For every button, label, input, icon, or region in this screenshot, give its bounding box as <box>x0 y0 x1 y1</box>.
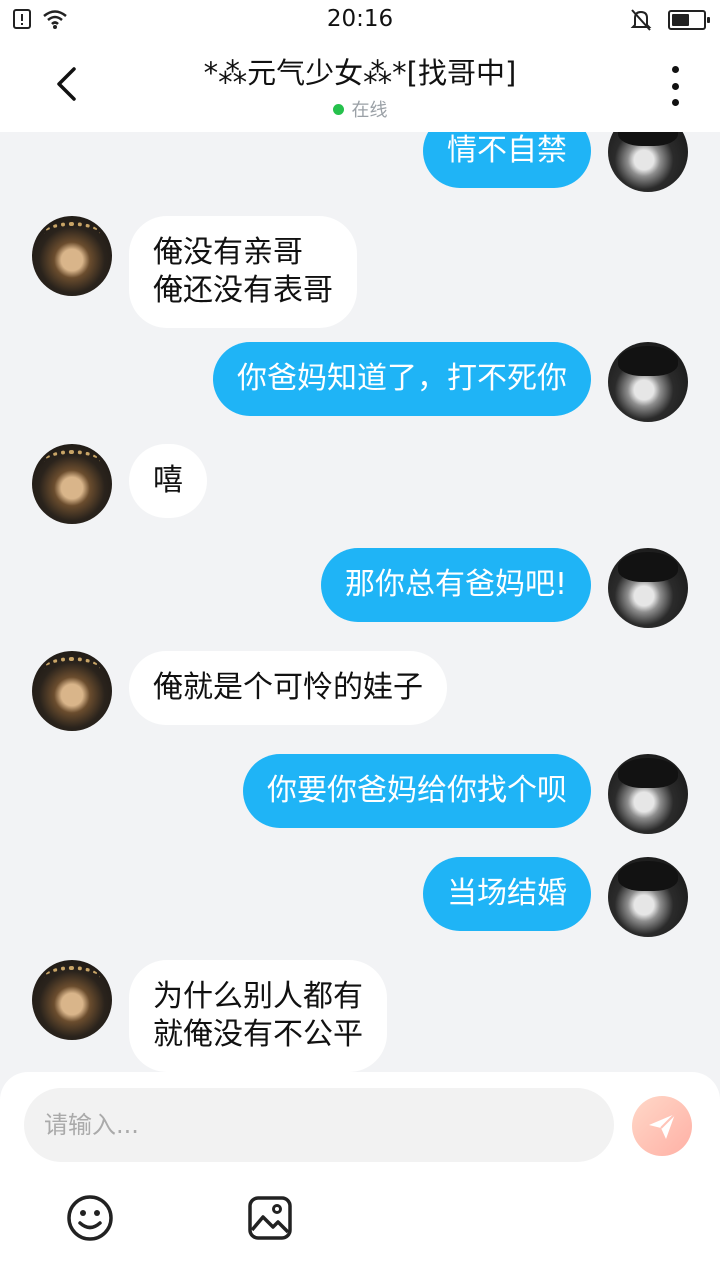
more-button[interactable] <box>660 66 690 106</box>
contact-avatar[interactable] <box>32 651 112 731</box>
more-icon <box>671 66 679 73</box>
message-text-line: 就俺没有不公平 <box>153 1017 363 1052</box>
send-icon <box>649 1113 676 1139</box>
contact-name: *⁂元气少女⁂*[找哥中] <box>203 56 517 90</box>
emoji-button[interactable] <box>66 1194 114 1242</box>
message-bubble-incoming[interactable]: 嘻 <box>129 444 207 518</box>
online-status-label: 在线 <box>351 100 388 121</box>
message-bubble-outgoing[interactable]: 当场结婚 <box>423 857 591 931</box>
message-bubble-incoming[interactable]: 俺就是个可怜的娃子 <box>129 651 447 725</box>
back-icon <box>57 67 76 101</box>
my-avatar[interactable] <box>608 548 688 628</box>
image-icon <box>248 1196 292 1240</box>
my-avatar[interactable] <box>608 857 688 937</box>
title-area: *⁂元气少女⁂*[找哥中] 在线 <box>120 50 600 122</box>
battery-icon <box>668 10 710 30</box>
send-button[interactable] <box>632 1096 692 1156</box>
mute-icon <box>630 9 652 31</box>
composer <box>0 1072 720 1280</box>
online-dot-icon <box>332 103 344 115</box>
message-text-line: 俺还没有表哥 <box>153 273 333 308</box>
message-list[interactable]: 情不自禁 俺没有亲哥 俺还没有表哥 你爸妈知道了，打不死你 嘻 那你总有爸妈吧!… <box>0 132 720 1074</box>
image-button[interactable] <box>246 1194 294 1242</box>
message-bubble-outgoing[interactable]: 情不自禁 <box>423 132 591 188</box>
message-text-line: 你爸妈知道了，打不死你 <box>237 361 567 396</box>
status-time: 20:16 <box>326 6 394 32</box>
message-bubble-outgoing[interactable]: 你爸妈知道了，打不死你 <box>213 342 591 416</box>
battery-fill <box>672 14 689 26</box>
message-text-line: 那你总有爸妈吧! <box>344 567 567 602</box>
chat-header: *⁂元气少女⁂*[找哥中] 在线 <box>0 40 720 132</box>
contact-avatar[interactable] <box>32 444 112 524</box>
message-bubble-incoming[interactable]: 为什么别人都有 就俺没有不公平 <box>129 960 387 1072</box>
message-text-line: 为什么别人都有 <box>153 979 363 1014</box>
message-text-line: 情不自禁 <box>447 133 567 168</box>
message-text-line: 嘻 <box>153 463 183 498</box>
message-input[interactable] <box>24 1088 614 1162</box>
back-button[interactable] <box>46 62 86 106</box>
message-text-line: 你要你爸妈给你找个呗 <box>267 773 567 808</box>
contact-avatar[interactable] <box>32 216 112 296</box>
message-bubble-outgoing[interactable]: 你要你爸妈给你找个呗 <box>243 754 591 828</box>
emoji-icon <box>67 1195 113 1241</box>
message-bubble-outgoing[interactable]: 那你总有爸妈吧! <box>320 548 591 622</box>
online-status: 在线 <box>120 96 600 122</box>
message-text-line: 俺就是个可怜的娃子 <box>153 670 423 705</box>
contact-avatar[interactable] <box>32 960 112 1040</box>
my-avatar[interactable] <box>608 754 688 834</box>
my-avatar[interactable] <box>608 342 688 422</box>
my-avatar[interactable] <box>608 132 688 192</box>
status-right <box>630 8 710 32</box>
message-text-line: 俺没有亲哥 <box>153 235 303 270</box>
message-bubble-incoming[interactable]: 俺没有亲哥 俺还没有表哥 <box>129 216 357 328</box>
message-text-line: 当场结婚 <box>447 876 567 911</box>
status-bar: 20:16 <box>0 0 720 40</box>
